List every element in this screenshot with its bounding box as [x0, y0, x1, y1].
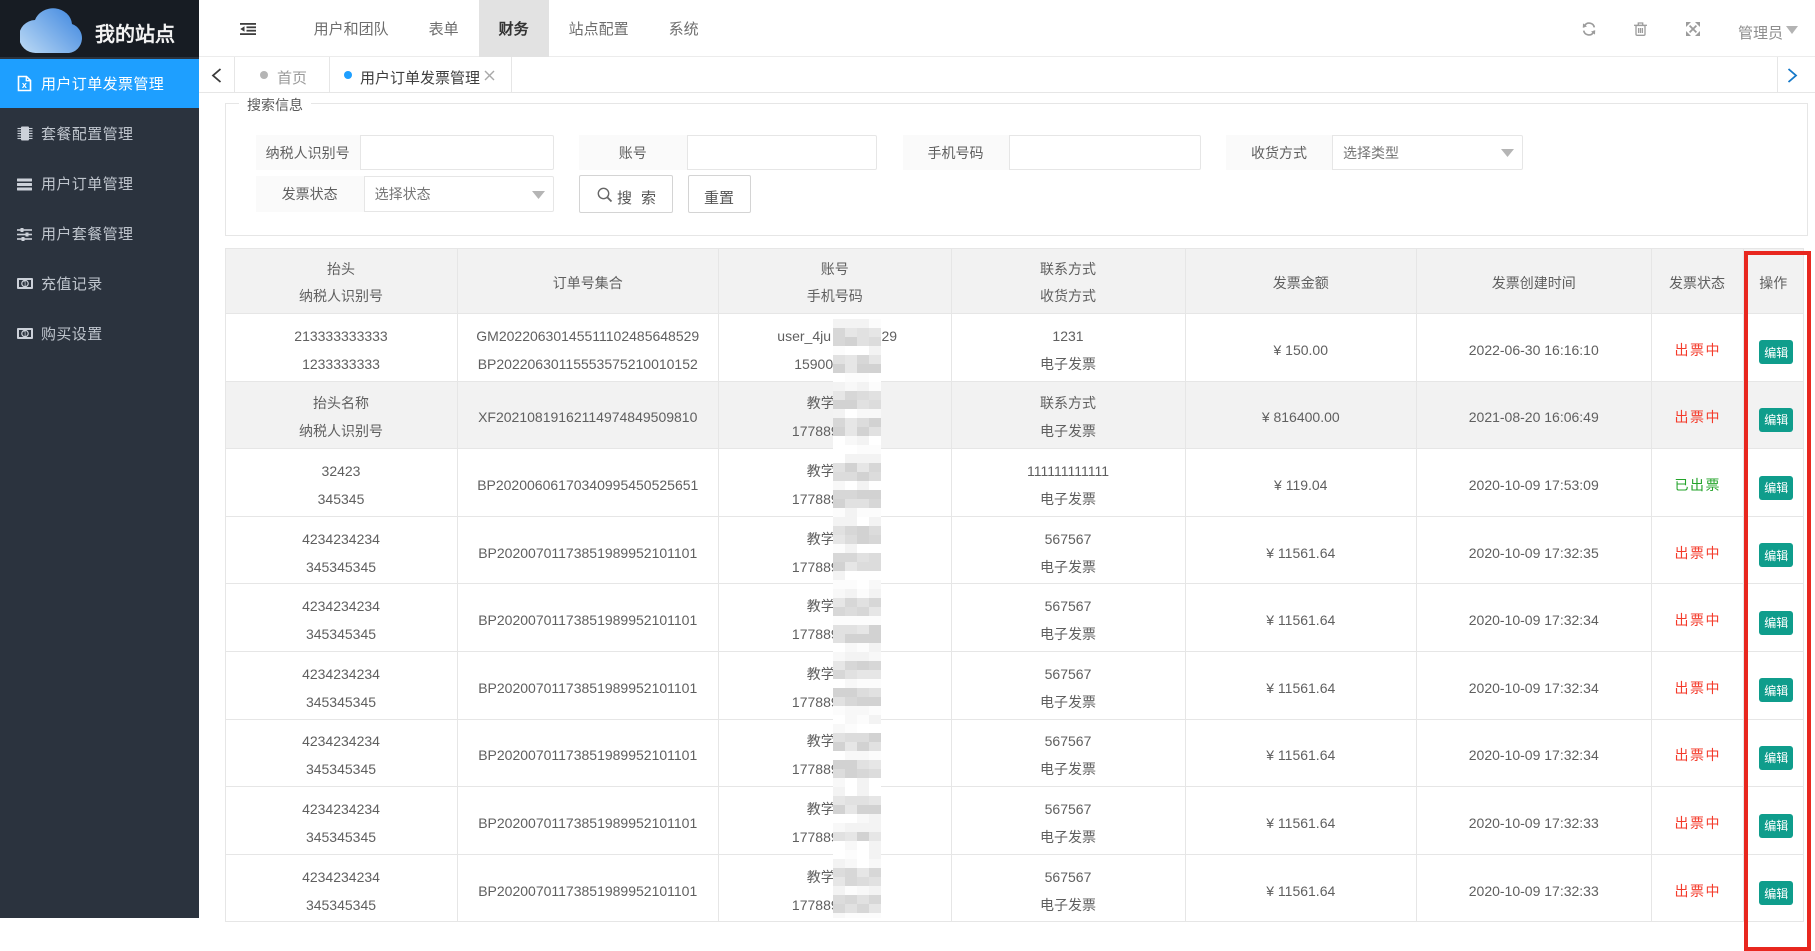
svg-text:1: 1: [23, 280, 28, 289]
svg-text:x: x: [22, 80, 27, 90]
svg-text:1: 1: [23, 330, 28, 339]
